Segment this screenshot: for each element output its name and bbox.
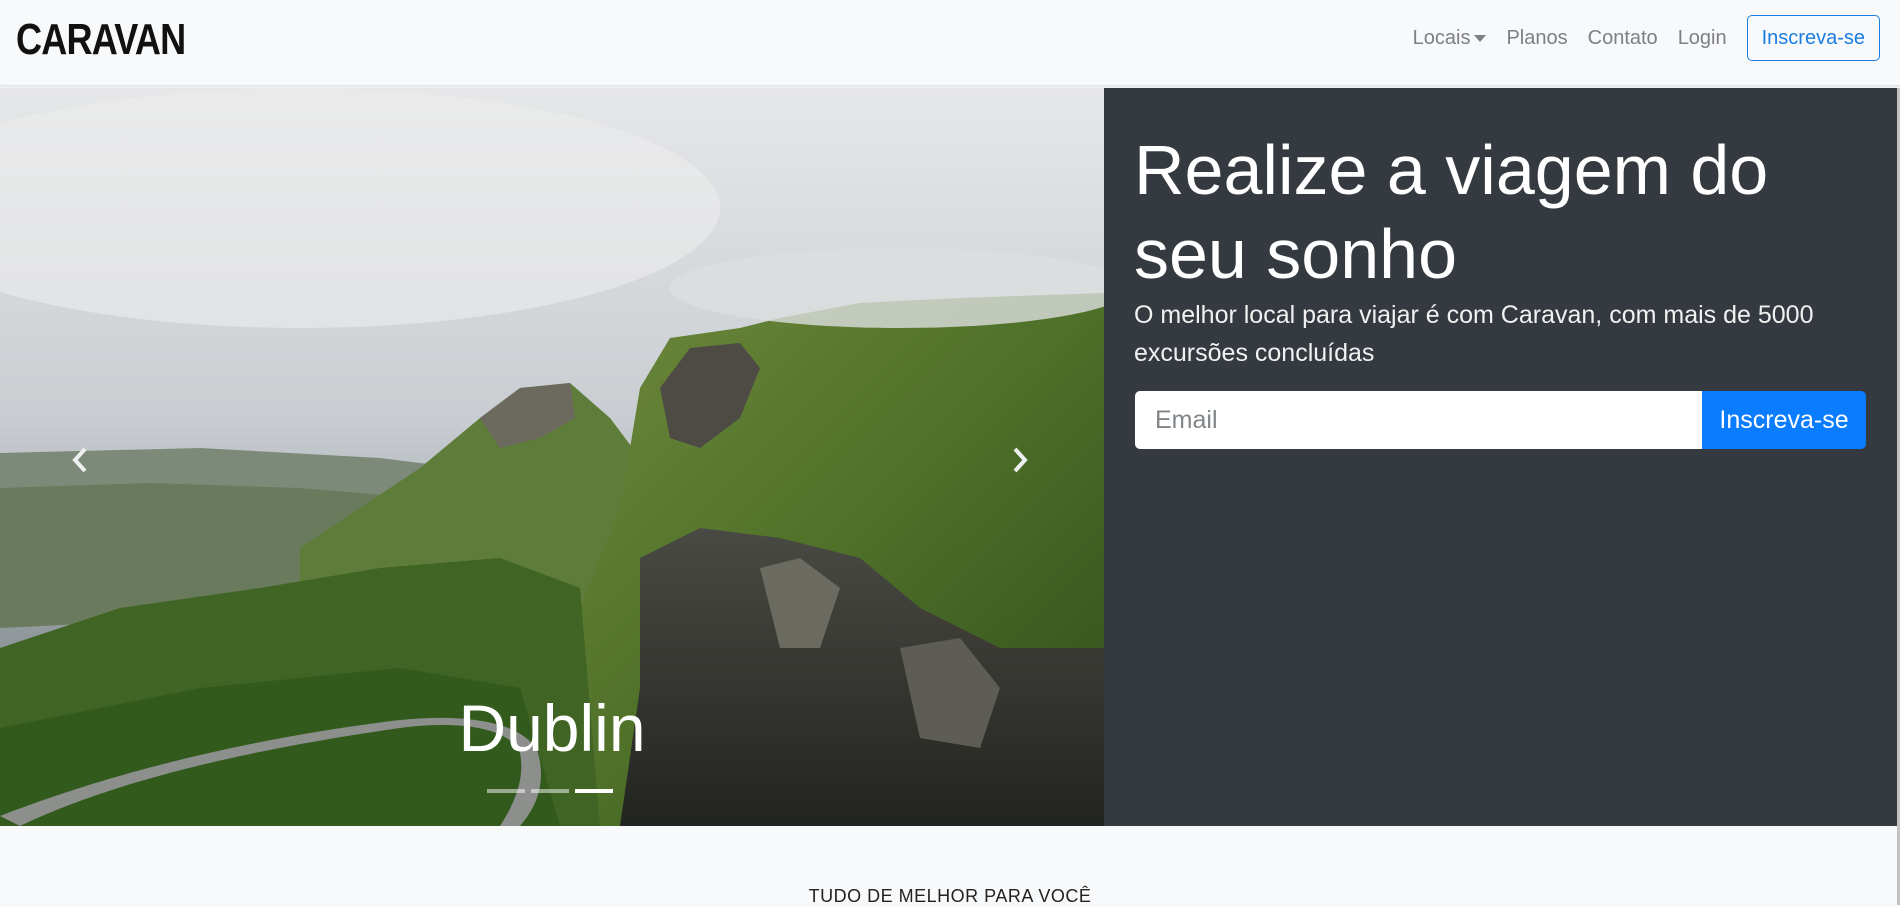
carousel-indicator[interactable] [487, 789, 525, 793]
nav-link-planos[interactable]: Planos [1506, 27, 1567, 50]
signup-form: Inscreva-se [1135, 391, 1866, 449]
email-input[interactable] [1135, 391, 1702, 449]
carousel-prev-button[interactable] [60, 440, 100, 480]
brand-logo[interactable]: CARAVAN [16, 16, 186, 64]
section-title: TUDO DE MELHOR PARA VOCÊ [808, 886, 1092, 906]
carousel-caption: Dublin [458, 691, 646, 765]
signup-panel: Realize a viagem do seu sonho O melhor l… [1104, 88, 1897, 826]
chevron-right-icon [1013, 447, 1028, 473]
chevron-left-icon [72, 447, 87, 473]
navbar: CARAVAN Locais Planos Contato Login Insc… [0, 0, 1900, 86]
carousel-indicator[interactable] [531, 789, 569, 793]
carousel-indicators [487, 789, 619, 793]
hero-headline: Realize a viagem do seu sonho [1134, 131, 1769, 293]
nav-link-locais[interactable]: Locais [1413, 27, 1487, 50]
nav-link-login[interactable]: Login [1678, 27, 1727, 50]
caret-down-icon [1474, 34, 1487, 42]
nav-link-label: Locais [1412, 26, 1471, 49]
hero-lead: O melhor local para viajar é com Caravan… [1134, 301, 1814, 367]
image-carousel: Dublin [0, 88, 1104, 826]
nav-menu: Locais Planos Contato Login Inscreva-se [1413, 14, 1880, 62]
hero-section: Dublin Realize a viagem do seu sonho O m… [0, 88, 1897, 826]
carousel-indicator-active[interactable] [575, 789, 613, 793]
nav-link-contato[interactable]: Contato [1588, 27, 1658, 50]
carousel-next-button[interactable] [1000, 440, 1040, 480]
signup-button[interactable]: Inscreva-se [1746, 15, 1880, 61]
signup-submit-button[interactable]: Inscreva-se [1702, 391, 1866, 449]
